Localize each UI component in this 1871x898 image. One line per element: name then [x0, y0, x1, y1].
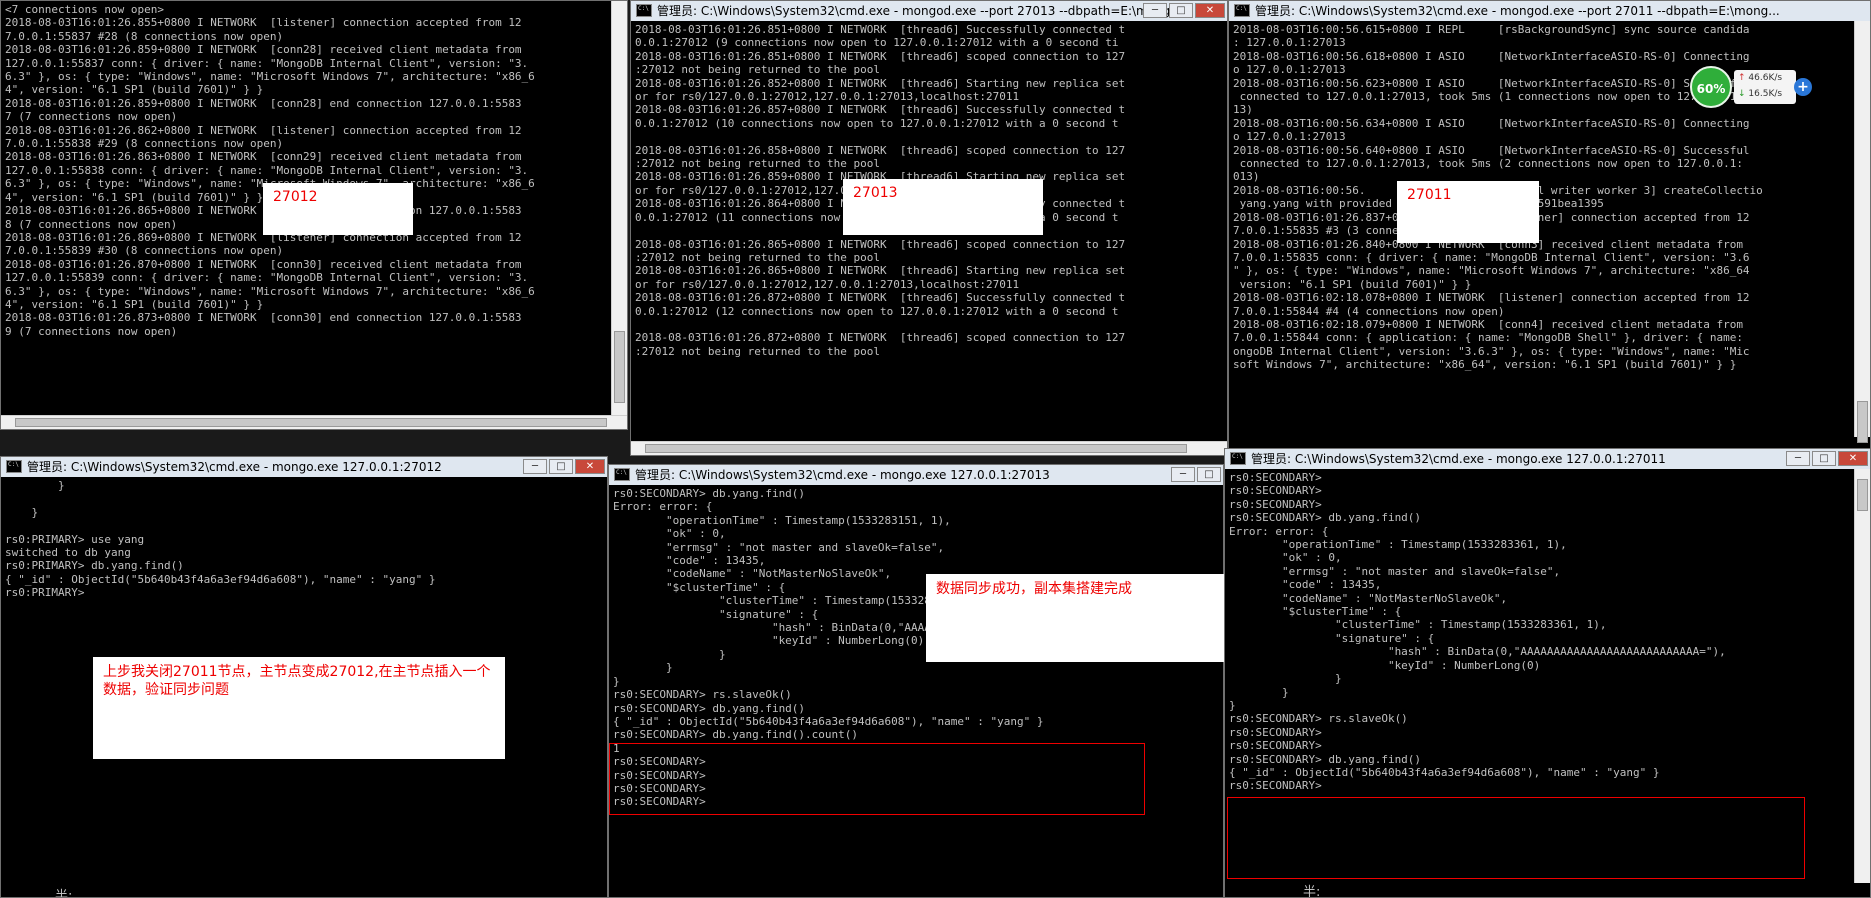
minimize-button[interactable]: ─: [1143, 3, 1167, 18]
horizontal-scrollbar[interactable]: [631, 441, 1227, 455]
window-mongo-27013[interactable]: 管理员: C:\Windows\System32\cmd.exe - mongo…: [608, 464, 1224, 898]
window-mongo-27011[interactable]: 管理员: C:\Windows\System32\cmd.exe - mongo…: [1224, 448, 1871, 898]
maximize-button[interactable]: □: [549, 459, 573, 474]
redacted-box: 27011: [1397, 181, 1539, 243]
redacted-box: 27012: [263, 183, 413, 235]
highlight-box: [1227, 797, 1805, 879]
plus-icon[interactable]: +: [1794, 78, 1812, 96]
ime-indicator: 半:: [1303, 885, 1321, 898]
window-mongo-27012[interactable]: 管理员: C:\Windows\System32\cmd.exe - mongo…: [0, 456, 608, 898]
cmd-icon: [614, 468, 630, 481]
vertical-scrollbar[interactable]: [1854, 21, 1870, 443]
download-speed: 16.5K/s: [1748, 89, 1783, 99]
maximize-button[interactable]: □: [1169, 3, 1193, 18]
minimize-button[interactable]: ─: [523, 459, 547, 474]
maximize-button[interactable]: □: [1197, 467, 1221, 482]
port-label: 27012: [273, 189, 318, 205]
close-button[interactable]: ✕: [1838, 451, 1868, 466]
cmd-icon: [636, 4, 652, 17]
port-label: 27013: [853, 185, 898, 201]
scroll-thumb[interactable]: [1857, 479, 1868, 511]
window-title: 管理员: C:\Windows\System32\cmd.exe - mongo…: [1255, 4, 1780, 18]
scroll-thumb[interactable]: [1857, 401, 1868, 443]
scroll-thumb[interactable]: [614, 331, 625, 403]
minimize-button[interactable]: ─: [1171, 467, 1195, 482]
window-titlebar[interactable]: 管理员: C:\Windows\System32\cmd.exe - mongo…: [609, 465, 1223, 485]
terminal-output: rs0:SECONDARY> db.yang.find() Error: err…: [613, 487, 1110, 809]
maximize-button[interactable]: □: [1812, 451, 1836, 466]
port-label: 27011: [1407, 187, 1452, 203]
upload-speed: 46.6K/s: [1748, 73, 1783, 83]
ime-indicator: 半:: [55, 889, 73, 898]
window-title: 管理员: C:\Windows\System32\cmd.exe - mongo…: [1251, 452, 1666, 466]
download-arrow-icon: ↓: [1738, 89, 1746, 99]
upload-arrow-icon: ↑: [1738, 73, 1746, 83]
highlight-box: [609, 743, 1145, 815]
cmd-icon: [6, 460, 22, 473]
window-mongod-27013[interactable]: 管理员: C:\Windows\System32\cmd.exe - mongo…: [630, 0, 1228, 456]
speed-panel: ↑ 46.6K/s ↓ 16.5K/s: [1734, 70, 1796, 104]
usage-gauge: 60%: [1690, 66, 1732, 108]
annotation-note: 上步我关闭27011节点，主节点变成27012,在主节点插入一个数据，验证同步问…: [93, 657, 505, 759]
redacted-box: 27013: [843, 179, 1043, 235]
cmd-icon: [1230, 452, 1246, 465]
window-title: 管理员: C:\Windows\System32\cmd.exe - mongo…: [657, 4, 1182, 18]
window-title: 管理员: C:\Windows\System32\cmd.exe - mongo…: [635, 468, 1050, 482]
network-monitor-widget[interactable]: 60% ↑ 46.6K/s ↓ 16.5K/s +: [1690, 62, 1820, 110]
window-mongod-27012[interactable]: <7 connections now open> 2018-08-03T16:0…: [0, 0, 628, 430]
window-titlebar[interactable]: 管理员: C:\Windows\System32\cmd.exe - mongo…: [1, 457, 607, 477]
cmd-icon: [1234, 4, 1250, 17]
window-titlebar[interactable]: 管理员: C:\Windows\System32\cmd.exe - mongo…: [1225, 449, 1870, 469]
close-button[interactable]: ✕: [575, 459, 605, 474]
minimize-button[interactable]: ─: [1786, 451, 1810, 466]
window-titlebar[interactable]: 管理员: C:\Windows\System32\cmd.exe - mongo…: [631, 1, 1227, 21]
scroll-thumb[interactable]: [645, 444, 1187, 453]
vertical-scrollbar[interactable]: [1854, 469, 1870, 883]
close-button[interactable]: ✕: [1195, 3, 1225, 18]
vertical-scrollbar[interactable]: [611, 1, 627, 415]
window-titlebar[interactable]: 管理员: C:\Windows\System32\cmd.exe - mongo…: [1229, 1, 1870, 21]
horizontal-scrollbar[interactable]: [1, 415, 627, 429]
window-title: 管理员: C:\Windows\System32\cmd.exe - mongo…: [27, 460, 442, 474]
scroll-thumb[interactable]: [15, 418, 607, 427]
